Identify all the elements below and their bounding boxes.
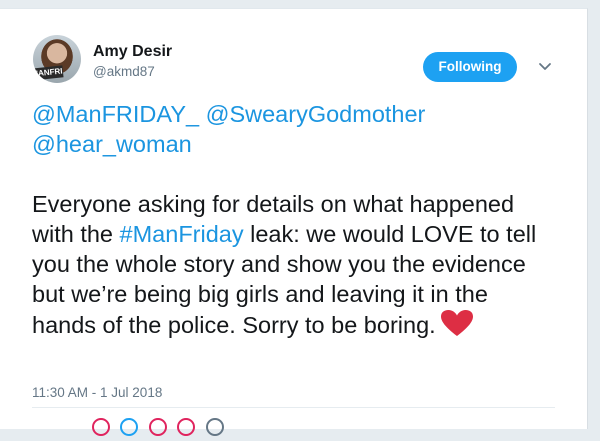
avatar[interactable] — [177, 418, 196, 436]
tweet-body: Everyone asking for details on what happ… — [32, 189, 552, 340]
user-handle[interactable]: @akmd87 — [93, 64, 155, 79]
tweet-text: @ManFRIDAY_ @SwearyGodmother @hear_woman… — [32, 99, 552, 340]
red-heart-icon — [440, 310, 473, 336]
display-name[interactable]: Amy Desir — [93, 43, 172, 61]
mention-link[interactable]: @SwearyGodmother — [206, 101, 426, 127]
avatar-badge: MANFRI — [33, 65, 64, 81]
avatar[interactable] — [148, 418, 167, 436]
tweet-timestamp[interactable]: 11:30 AM - 1 Jul 2018 — [32, 385, 162, 400]
mention-link[interactable]: @ManFRIDAY_ — [32, 101, 199, 127]
mentions: @ManFRIDAY_ @SwearyGodmother @hear_woman — [32, 99, 552, 159]
avatar[interactable] — [120, 418, 139, 436]
tweet-card: MANFRI Amy Desir @akmd87 Following @ManF… — [0, 8, 588, 436]
avatar[interactable] — [205, 418, 224, 436]
avatar[interactable]: MANFRI — [33, 35, 81, 83]
avatar[interactable] — [92, 418, 110, 436]
retweeters-avatars[interactable] — [92, 418, 230, 441]
following-button[interactable]: Following — [423, 52, 517, 82]
mention-link[interactable]: @hear_woman — [32, 131, 192, 157]
hashtag-link[interactable]: #ManFriday — [120, 221, 244, 247]
chevron-down-icon[interactable] — [536, 57, 554, 75]
divider — [32, 407, 555, 408]
